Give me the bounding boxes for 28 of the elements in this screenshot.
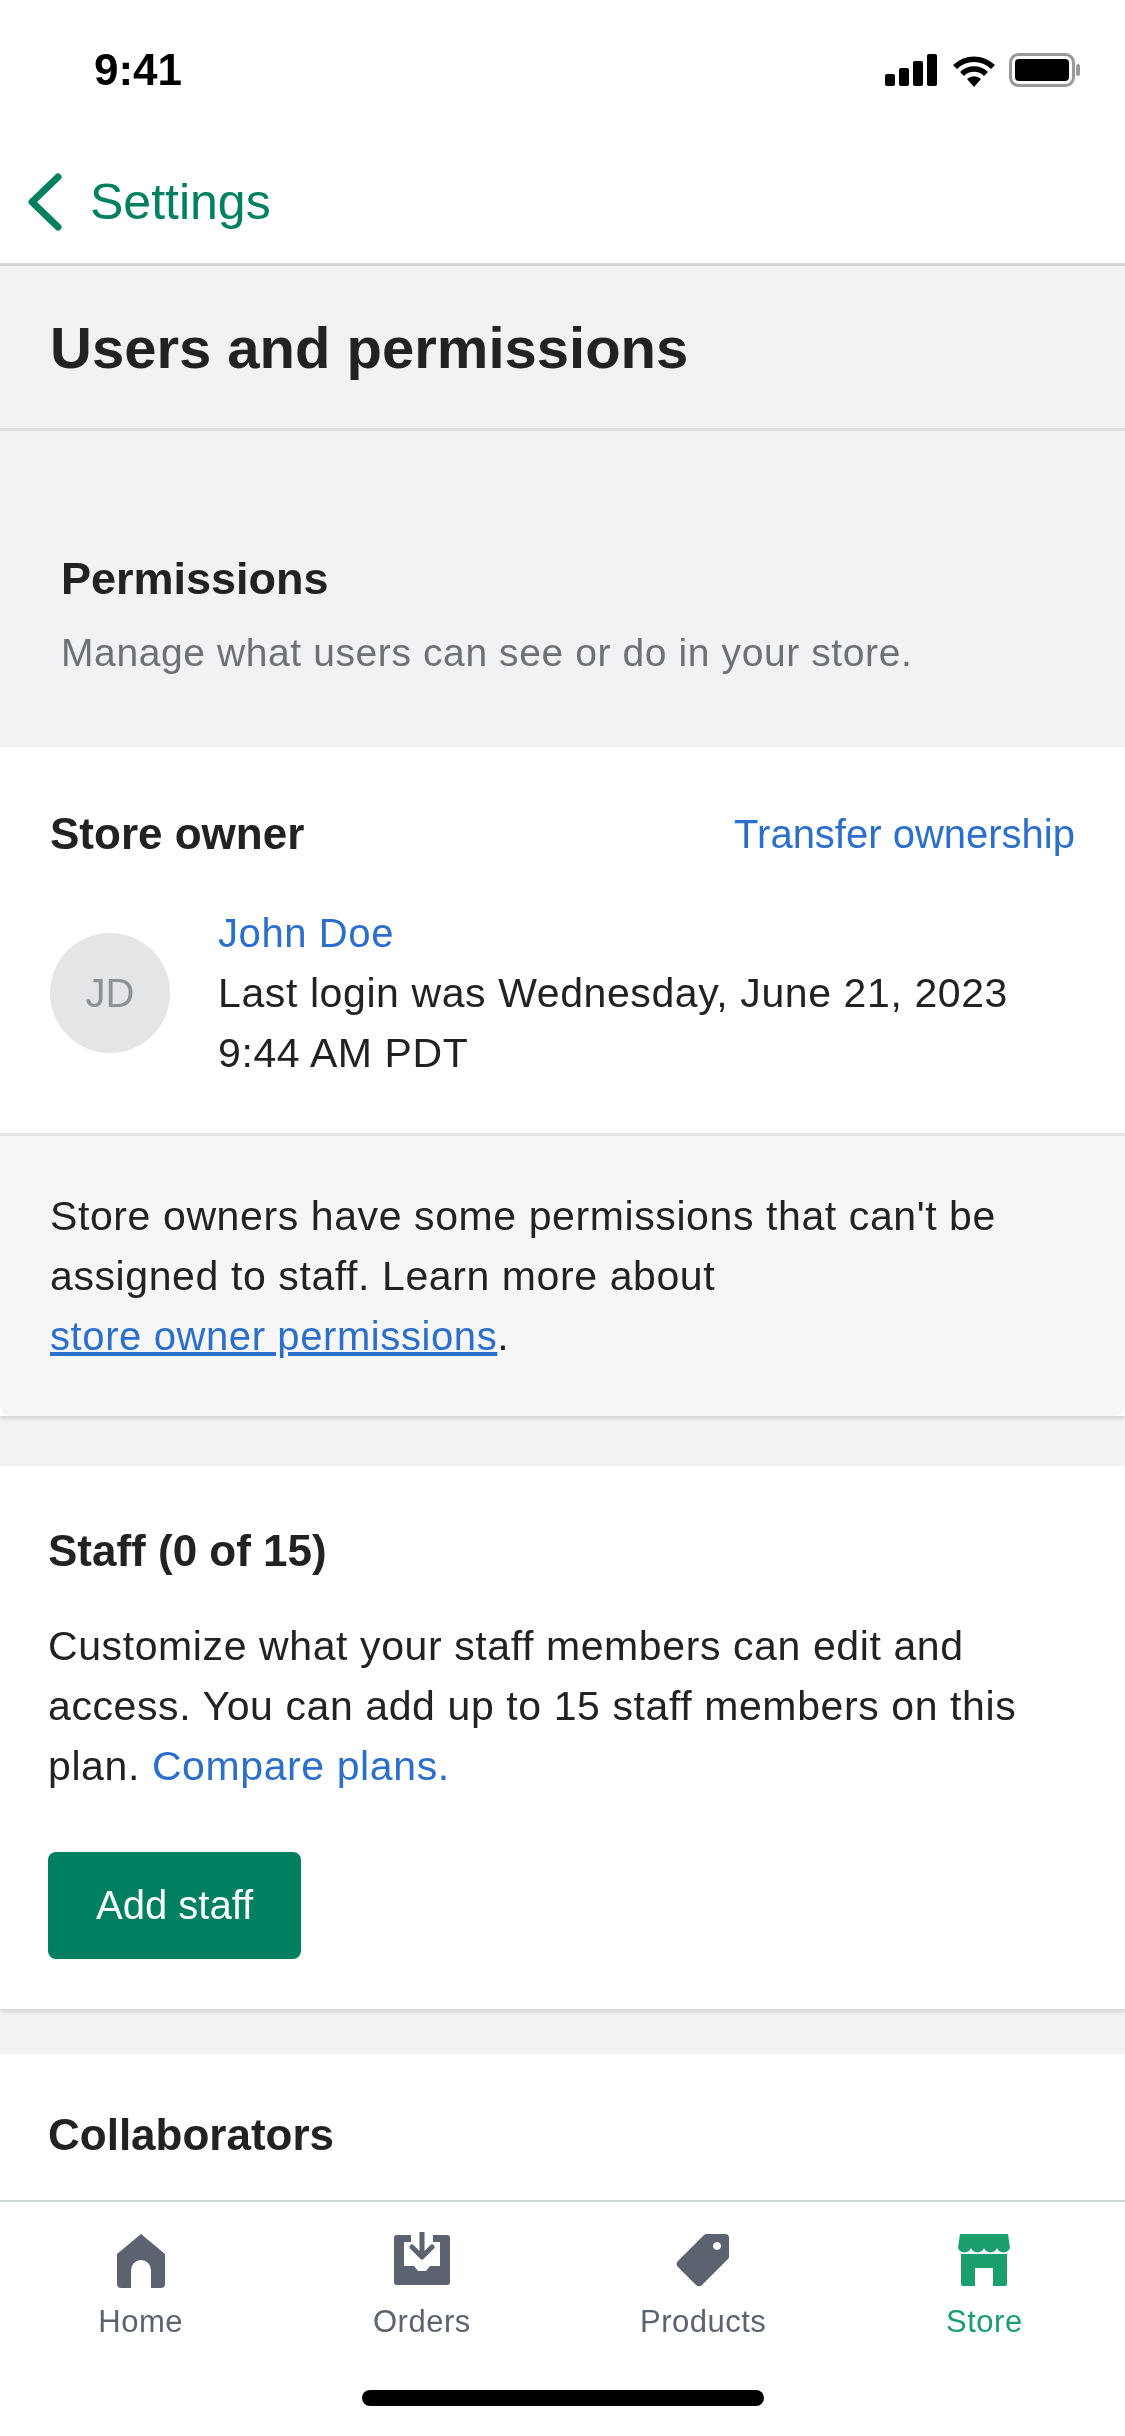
wifi-icon <box>951 53 997 87</box>
section-description: Manage what users can see or do in your store. <box>61 631 914 675</box>
add-staff-button[interactable]: Add staff <box>48 1852 302 1959</box>
avatar-initials: JD <box>50 933 170 1053</box>
owner-name-link[interactable]: John Doe <box>218 911 395 955</box>
section-title: Permissions <box>61 553 330 605</box>
tab-item[interactable]: Orders <box>281 2202 563 2340</box>
notice-text: Store owners have some permissions that can't be assigned to staff. Learn more about store owner permissions. <box>50 1192 997 1361</box>
inbox-arrow-icon <box>393 2232 450 2288</box>
card-title: Staff (0 of 15) <box>48 1526 328 1576</box>
battery-icon <box>1009 53 1081 87</box>
storefront-icon <box>956 2232 1013 2288</box>
tab-item[interactable]: Home <box>0 2202 282 2340</box>
status-time: 9:41 <box>94 45 183 95</box>
compare-plans-link[interactable]: Compare plans. <box>151 1743 450 1789</box>
page-title: Users and permissions <box>50 313 689 381</box>
card-title: Collaborators <box>48 2110 336 2160</box>
transfer-ownership-link[interactable]: Transfer ownership <box>734 811 1075 857</box>
back-chevron-icon <box>26 172 62 231</box>
store-owner-permissions-link[interactable]: store owner permissions <box>50 1314 498 1358</box>
tab-item[interactable]: Products <box>562 2202 844 2340</box>
tag-icon <box>675 2232 732 2288</box>
signal-icon <box>885 54 939 86</box>
back-button[interactable]: Settings <box>0 140 271 263</box>
last-login-text: Last login was Wednesday, June 21, 2023 9:44 AM PDT <box>218 969 1009 1078</box>
staff-description: Customize what your staff members can edit and access. You can add up to 15 staff members on this plan. Compare plans. <box>48 1622 1018 1791</box>
tab-item[interactable]: Store <box>843 2202 1125 2340</box>
card-title: Store owner <box>50 809 305 859</box>
